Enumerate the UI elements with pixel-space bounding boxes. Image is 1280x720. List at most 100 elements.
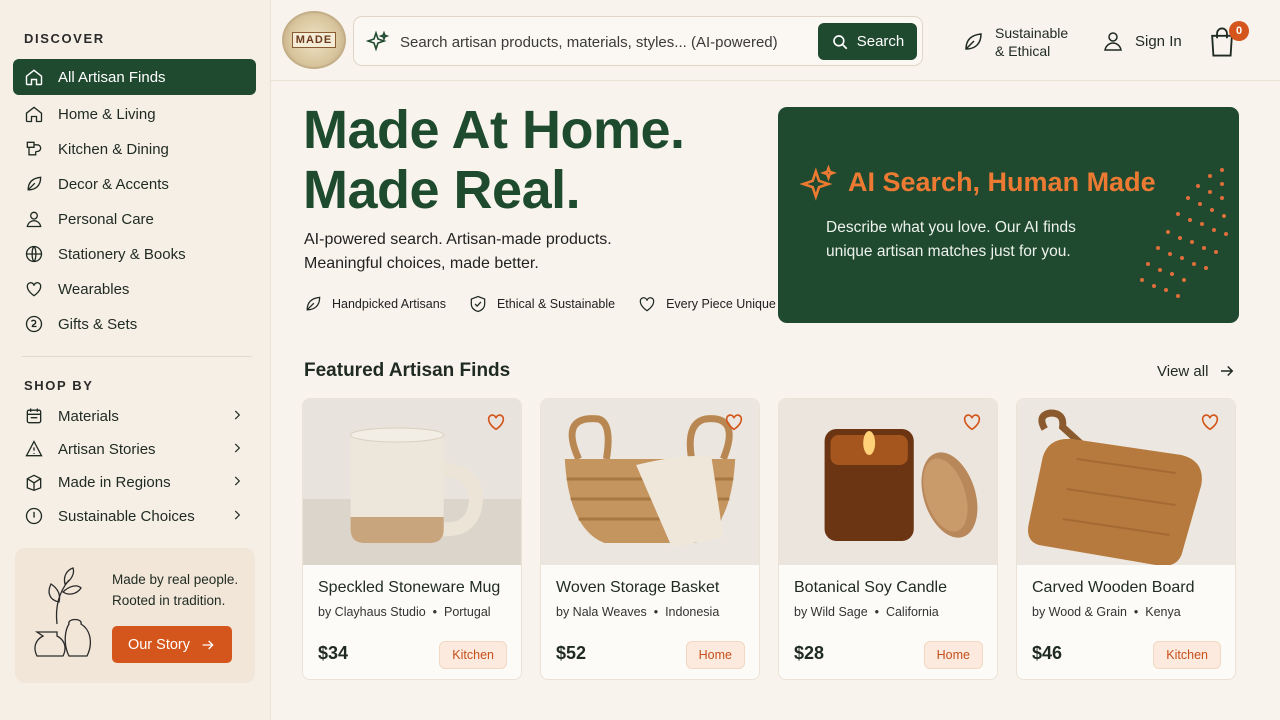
kitchen-icon: [23, 138, 45, 160]
sidebar-item-label: Wearables: [58, 280, 130, 298]
ai-search-card: AI Search, Human Made Describe what you …: [778, 107, 1239, 323]
chevron-right-icon: [234, 510, 241, 520]
sidebar-item-label: Artisan Stories: [58, 440, 156, 458]
product-maker: by Nala Weaves: [556, 605, 647, 619]
sidebar-item-label: Sustainable Choices: [58, 507, 195, 525]
sidebar-item-all-artisan-finds[interactable]: All Artisan Finds: [13, 59, 256, 95]
search-bar: Search: [353, 16, 923, 66]
hero-subtitle-line-1: AI-powered search. Artisan-made products…: [304, 231, 612, 248]
sidebar-item-decor-accents[interactable]: Decor & Accents: [13, 166, 256, 202]
ai-card-description: Describe what you love. Our AI finds uni…: [826, 216, 1076, 264]
product-card[interactable]: Woven Storage Basket by Nala Weaves • In…: [540, 398, 760, 680]
heart-icon: [639, 297, 655, 312]
product-price: $52: [556, 643, 587, 663]
arrow-right-icon: [1221, 365, 1234, 377]
story-line-1: Made by real people.: [112, 572, 239, 587]
ai-desc-line-1: Describe what you love. Our AI finds: [826, 219, 1076, 236]
map-icon: [23, 471, 45, 493]
sidebar-item-label: Made in Regions: [58, 473, 171, 491]
product-name: Botanical Soy Candle: [794, 579, 947, 596]
product-meta: by Nala Weaves • Indonesia: [556, 605, 720, 619]
hero-title-line-2: Made Real.: [303, 160, 581, 220]
chevron-right-icon: [234, 443, 241, 453]
sidebar-item-label: Kitchen & Dining: [58, 140, 169, 158]
globe-icon: [23, 243, 45, 265]
sustainable-ethical-link[interactable]: Sustainable & Ethical: [961, 24, 1068, 60]
top-bar: MADE Search Sustainable & Ethical Sign I…: [271, 0, 1280, 81]
favorite-heart-icon[interactable]: [723, 411, 745, 433]
sidebar-item-materials[interactable]: Materials: [13, 398, 256, 434]
shield-check-icon: [470, 295, 486, 313]
house-icon: [23, 103, 45, 125]
hero-title: Made At Home. Made Real.: [303, 100, 685, 220]
person-icon: [23, 208, 45, 230]
product-category-tag[interactable]: Kitchen: [439, 641, 507, 669]
hero-title-line-1: Made At Home.: [303, 100, 685, 160]
product-maker: by Clayhaus Studio: [318, 605, 426, 619]
badge-ethical: Ethical & Sustainable: [468, 294, 615, 314]
product-meta: by Clayhaus Studio • Portugal: [318, 605, 491, 619]
materials-icon: [23, 405, 45, 427]
badge-label: Every Piece Unique: [666, 297, 776, 311]
product-category-tag[interactable]: Home: [685, 641, 745, 669]
product-card[interactable]: Carved Wooden Board by Wood & Grain • Ke…: [1016, 398, 1236, 680]
search-icon: [832, 34, 848, 49]
cart-count-badge: 0: [1229, 21, 1249, 41]
story-line-2: Rooted in tradition.: [112, 593, 226, 608]
favorite-heart-icon[interactable]: [961, 411, 983, 433]
product-region: California: [885, 605, 939, 619]
badge-handpicked: Handpicked Artisans: [303, 294, 446, 314]
product-maker: by Wood & Grain: [1032, 605, 1127, 619]
logo-text: MADE: [291, 32, 337, 48]
ai-desc-line-2: unique artisan matches just for you.: [826, 243, 1071, 260]
product-card[interactable]: Speckled Stoneware Mug by Clayhaus Studi…: [302, 398, 522, 680]
product-name: Carved Wooden Board: [1032, 579, 1195, 596]
sidebar-item-label: Personal Care: [58, 210, 154, 228]
brand-logo[interactable]: MADE: [282, 11, 346, 69]
arrow-right-icon: [202, 640, 214, 649]
chevron-right-icon: [234, 410, 241, 420]
product-card[interactable]: Botanical Soy Candle by Wild Sage • Cali…: [778, 398, 998, 680]
sidebar-item-label: Gifts & Sets: [58, 315, 138, 333]
view-all-label: View all: [1157, 362, 1209, 380]
sidebar-item-sustainable-choices[interactable]: Sustainable Choices: [13, 498, 256, 534]
our-story-button[interactable]: Our Story: [112, 626, 232, 663]
favorite-heart-icon[interactable]: [1199, 411, 1221, 433]
leaf-icon: [306, 296, 321, 311]
our-story-label: Our Story: [127, 636, 191, 653]
search-input[interactable]: [400, 29, 810, 55]
sidebar-item-artisan-stories[interactable]: Artisan Stories: [13, 431, 256, 467]
product-price: $34: [318, 643, 349, 663]
product-meta: by Wild Sage • California: [794, 605, 939, 619]
badge-label: Handpicked Artisans: [332, 297, 446, 311]
hero-subtitle: AI-powered search. Artisan-made products…: [304, 228, 704, 276]
sidebar: DISCOVER All Artisan Finds Home & Living…: [0, 0, 271, 720]
sidebar-item-personal-care[interactable]: Personal Care: [13, 201, 256, 237]
view-all-link[interactable]: View all: [1157, 362, 1236, 380]
sidebar-item-home-living[interactable]: Home & Living: [13, 96, 256, 132]
ai-card-title: AI Search, Human Made: [848, 167, 1156, 197]
sidebar-item-kitchen-dining[interactable]: Kitchen & Dining: [13, 131, 256, 167]
sparkle-icon: [800, 165, 837, 201]
product-maker: by Wild Sage: [794, 605, 868, 619]
story-text: Made by real people. Rooted in tradition…: [112, 569, 238, 611]
sidebar-item-wearables[interactable]: Wearables: [13, 271, 256, 307]
sustainable-line-2: & Ethical: [995, 43, 1051, 59]
favorite-heart-icon[interactable]: [485, 411, 507, 433]
sidebar-item-gifts-sets[interactable]: Gifts & Sets: [13, 306, 256, 342]
sidebar-item-made-in-regions[interactable]: Made in Regions: [13, 464, 256, 500]
our-story-card: Made by real people. Rooted in tradition…: [15, 548, 255, 683]
product-category-tag[interactable]: Kitchen: [1153, 641, 1221, 669]
vases-illustration-icon: [34, 567, 92, 657]
product-category-tag[interactable]: Home: [923, 641, 983, 669]
sign-in-button[interactable]: Sign In: [1101, 28, 1182, 54]
sidebar-item-label: Home & Living: [58, 105, 156, 123]
shop-by-heading: SHOP BY: [24, 378, 94, 393]
user-icon: [1104, 32, 1122, 51]
hero-subtitle-line-2: Meaningful choices, made better.: [304, 255, 539, 272]
product-meta: by Wood & Grain • Kenya: [1032, 605, 1181, 619]
sustainable-text: Sustainable & Ethical: [995, 24, 1068, 60]
search-button[interactable]: Search: [818, 23, 917, 60]
sidebar-item-stationery-books[interactable]: Stationery & Books: [13, 236, 256, 272]
product-region: Indonesia: [665, 605, 720, 619]
